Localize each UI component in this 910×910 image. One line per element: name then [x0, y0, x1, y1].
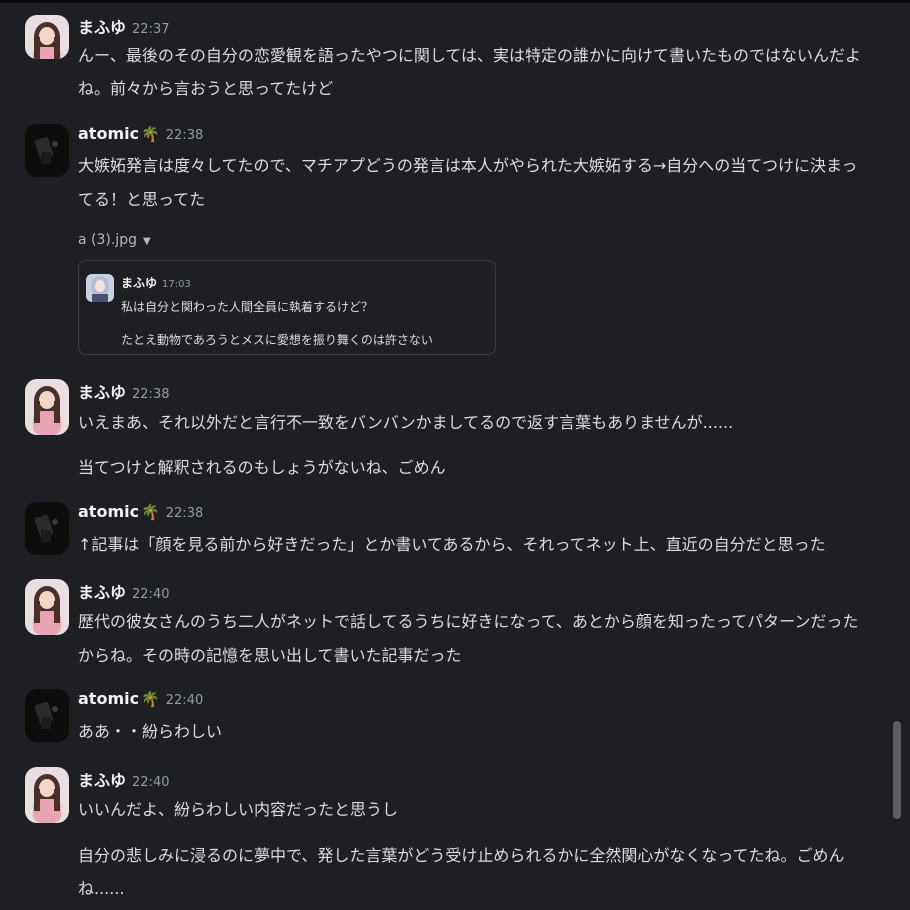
mafuyu-embed-avatar-icon — [86, 274, 114, 302]
timestamp: 22:40 — [165, 693, 204, 708]
atomic-avatar-icon[interactable] — [25, 502, 69, 555]
message-text: いいんだよ、紛らわしい内容だったと思うし — [78, 800, 399, 819]
message-text: からね。その時の記憶を思い出して書いた記事だった — [78, 646, 462, 665]
message-header: まふゆ 22:38 — [78, 379, 170, 402]
caret-down-icon[interactable]: ▼ — [143, 236, 151, 247]
username[interactable]: まふゆ — [78, 18, 126, 37]
message-header: atomic 🌴 22:38 — [78, 124, 203, 146]
mafuyu-avatar-icon[interactable] — [25, 767, 69, 823]
username[interactable]: atomic — [78, 689, 139, 708]
palm-tree-icon: 🌴 — [141, 503, 160, 521]
palm-tree-icon: 🌴 — [141, 690, 160, 708]
embed-text: 私は自分と関わった人間全員に執着するけど？ — [121, 300, 374, 314]
username[interactable]: まふゆ — [78, 771, 126, 790]
timestamp: 22:37 — [132, 22, 170, 37]
message-header: まふゆ 22:40 — [78, 767, 170, 790]
atomic-avatar-icon[interactable] — [25, 689, 69, 742]
message-header: atomic 🌴 22:38 — [78, 502, 203, 524]
message-text: 当てつけと解釈されるのもしょうがないね、ごめん — [78, 458, 446, 477]
message-text: ↑記事は「顔を見る前から好きだった」とか書いてあるから、それってネット上、直近の… — [78, 535, 826, 554]
embed-timestamp: 17:03 — [162, 279, 191, 290]
message-text: ああ・・紛らわしい — [78, 722, 223, 741]
palm-tree-icon: 🌴 — [141, 125, 160, 143]
timestamp: 22:40 — [132, 587, 170, 602]
image-attachment[interactable]: まふゆ 17:03 私は自分と関わった人間全員に執着するけど？ たとえ動物であろう… — [78, 260, 496, 355]
scrollbar-thumb[interactable] — [893, 721, 901, 819]
atomic-avatar-icon[interactable] — [25, 124, 69, 177]
embed-header: まふゆ 17:03 — [121, 274, 191, 291]
message-header: atomic 🌴 22:40 — [78, 689, 203, 711]
timestamp: 22:38 — [132, 387, 170, 402]
mafuyu-avatar-icon[interactable] — [25, 579, 69, 635]
message-text: 大嫉妬発言は度々してたので、マチアプどうの発言は本人がやられた大嫉妬する→自分へ… — [78, 156, 858, 175]
timestamp: 22:38 — [165, 128, 204, 143]
message-text: んー、最後のその自分の恋愛観を語ったやつに関しては、実は特定の誰かに向けて書いた… — [78, 46, 862, 65]
message-text: ね...... — [78, 879, 125, 898]
message-header: まふゆ 22:37 — [78, 14, 170, 37]
message-text: いえまあ、それ以外だと言行不一致をバンバンかましてるので返す言葉もありませんが.… — [78, 413, 734, 432]
message-text: てる！と思ってた — [78, 190, 206, 209]
embed-text: たとえ動物であろうとメスに愛想を振り舞くのは許さない — [121, 333, 433, 347]
mafuyu-avatar-icon[interactable] — [25, 379, 69, 435]
timestamp: 22:40 — [132, 775, 170, 790]
attachment-toggle[interactable]: a (3).jpg ▼ — [78, 232, 151, 248]
chat-message-list: まふゆ 22:37 んー、最後のその自分の恋愛観を語ったやつに関しては、実は特定の… — [0, 0, 910, 910]
message-text: ね。前々から言おうと思ってたけど — [78, 79, 334, 98]
attachment-filename: a (3).jpg — [78, 232, 137, 248]
embed-username: まふゆ — [121, 276, 158, 290]
mafuyu-avatar-icon[interactable] — [25, 15, 69, 59]
username[interactable]: まふゆ — [78, 583, 126, 602]
username[interactable]: まふゆ — [78, 383, 126, 402]
message-text: 歴代の彼女さんのうち二人がネットで話してるうちに好きになって、あとから顔を知った… — [78, 612, 859, 631]
username[interactable]: atomic — [78, 124, 139, 143]
message-text: 自分の悲しみに浸るのに夢中で、発した言葉がどう受け止められるかに全然関心がなくな… — [78, 846, 845, 865]
timestamp: 22:38 — [165, 506, 204, 521]
message-header: まふゆ 22:40 — [78, 579, 170, 602]
username[interactable]: atomic — [78, 502, 139, 521]
